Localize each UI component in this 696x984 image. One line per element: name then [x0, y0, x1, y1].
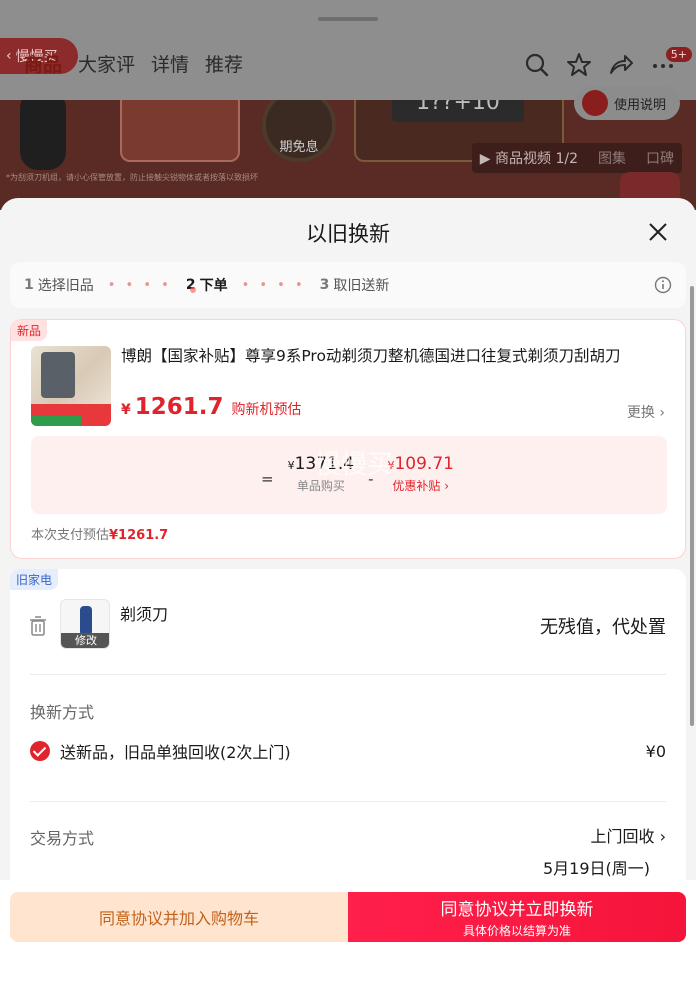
new-product-card: 新品 博朗【国家补贴】尊享9系Pro动剃须刀整机德国进口往复式剃须刀刮胡刀 ¥ …: [10, 319, 686, 559]
payment-estimate-value: ¥1261.7: [109, 528, 169, 543]
trade-in-sheet: 以旧换新 1 选择旧品 • • • • 2 下单 • • • • 3 取旧送新 …: [0, 198, 696, 984]
tab-product[interactable]: 商品: [24, 50, 62, 77]
exchange-option-amount: ¥0: [645, 741, 666, 761]
drag-handle[interactable]: [318, 17, 378, 21]
tab-details[interactable]: 详情: [151, 50, 189, 77]
document-icon: [581, 90, 608, 116]
new-price-value: 1261.7: [134, 394, 224, 420]
trash-icon[interactable]: [28, 615, 48, 637]
notification-badge: 5+: [665, 47, 692, 62]
pickup-date[interactable]: 5月19日(周一): [543, 855, 650, 879]
action-footer: 同意协议并加入购物车 同意协议并立即换新 具体价格以结算为准: [0, 880, 696, 984]
step-3: 3 取旧送新: [320, 275, 390, 295]
free-interest-label: 期免息: [279, 140, 319, 155]
banner-fine-print: *为刮须刀机组，请小心保管放置，防止接触尖锐物体或者按落以致损坏: [6, 173, 258, 182]
unit-price-value: 1371.4: [294, 454, 355, 474]
shaver-thumbnail: [80, 606, 92, 636]
usage-guide-button[interactable]: 使用说明: [573, 86, 680, 120]
old-item-value: 无残值，代处置: [540, 617, 666, 638]
add-to-cart-button[interactable]: 同意协议并加入购物车: [10, 892, 348, 942]
subsidy-value: 109.71: [394, 454, 454, 474]
shaver-box: [41, 352, 75, 398]
tab-recommend[interactable]: 推荐: [205, 50, 243, 77]
old-appliance-card: 旧家电 修改 剃须刀 无残值，代处置 换新方式 送新品，旧品单独回收(2次上门)…: [10, 569, 686, 899]
tab-reviews[interactable]: 大家评: [78, 50, 135, 77]
trade-in-note: 具体价格以结算为准: [462, 924, 571, 938]
subsidy-label[interactable]: 优惠补贴 ›: [387, 477, 453, 494]
media-switcher: ▶ 商品视频 1/2 图集 口碑: [471, 143, 682, 173]
currency-symbol: ¥: [121, 402, 131, 418]
trade-method-value[interactable]: 上门回收 ›: [591, 823, 667, 847]
edit-old-item-button[interactable]: 修改: [61, 633, 109, 648]
star-icon[interactable]: [566, 52, 592, 78]
trade-method-label: 交易方式: [30, 829, 95, 848]
close-icon[interactable]: [646, 220, 670, 244]
new-item-tag: 新品: [11, 320, 48, 341]
price-formula: = ¥1371.4 单品购买 - ¥109.71 优惠补贴 ›: [261, 454, 454, 494]
step-2: 2 下单: [186, 275, 228, 295]
payment-estimate-label: 本次支付预估: [31, 528, 110, 543]
price-breakdown: = ¥1371.4 单品购买 - ¥109.71 优惠补贴 › 慢慢买: [31, 436, 667, 514]
step-label: 选择旧品: [37, 278, 94, 294]
currency-symbol: ¥: [287, 459, 295, 472]
change-product-link[interactable]: 更换 ›: [627, 402, 665, 422]
exchange-option-label: 送新品，旧品单独回收(2次上门): [60, 743, 291, 762]
exchange-option[interactable]: 送新品，旧品单独回收(2次上门) ¥0: [30, 739, 666, 763]
progress-steps: 1 选择旧品 • • • • 2 下单 • • • • 3 取旧送新: [10, 262, 686, 308]
new-price: ¥ 1261.7 购新机预估: [121, 394, 302, 420]
payment-estimate: 本次支付预估¥1261.7: [31, 524, 168, 543]
checkmark-icon[interactable]: [30, 741, 50, 761]
step-separator: • • • •: [107, 277, 172, 293]
unit-price: ¥1371.4: [288, 454, 354, 474]
scrollbar[interactable]: [690, 286, 694, 726]
new-product-image[interactable]: [31, 346, 111, 426]
promo-strip-green: [31, 416, 81, 426]
share-icon[interactable]: [608, 52, 634, 78]
promo-screen: 1??+10: [392, 100, 524, 122]
old-item-tag: 旧家电: [10, 569, 59, 590]
step-number: 3: [319, 277, 330, 293]
divider: [30, 674, 666, 675]
trade-in-now-button[interactable]: 同意协议并立即换新 具体价格以结算为准: [348, 892, 686, 942]
old-item-name: 剃须刀: [120, 605, 169, 624]
search-icon[interactable]: [524, 52, 550, 78]
media-video-tab[interactable]: ▶ 商品视频 1/2: [480, 148, 578, 168]
minus-sign: -: [368, 470, 374, 488]
old-item-image[interactable]: 修改: [60, 599, 110, 649]
add-to-cart-label: 同意协议并加入购物车: [98, 909, 259, 928]
chevron-left-icon: ‹: [6, 48, 12, 64]
unit-price-block: ¥1371.4 单品购买: [288, 454, 354, 494]
media-gallery-tab[interactable]: 图集: [598, 148, 626, 168]
divider: [30, 801, 666, 802]
media-reputation-tab[interactable]: 口碑: [646, 148, 674, 168]
new-product-title[interactable]: 博朗【国家补贴】尊享9系Pro动剃须刀整机德国进口往复式剃须刀刮胡刀: [121, 344, 661, 366]
exchange-method-label: 换新方式: [30, 703, 95, 722]
shaver-image: [20, 100, 66, 170]
header-actions: [524, 52, 676, 78]
sheet-title: 以旧换新: [306, 222, 390, 246]
subsidy-amount: ¥109.71: [387, 454, 453, 474]
step-separator: • • • •: [241, 277, 306, 293]
step-label: 取旧送新: [333, 278, 390, 294]
step-label: 下单: [199, 278, 228, 294]
subsidy-block[interactable]: ¥109.71 优惠补贴 ›: [387, 454, 453, 494]
step-number: 1: [24, 277, 34, 293]
unit-price-label: 单品购买: [296, 479, 345, 493]
trade-in-now-label: 同意协议并立即换新: [440, 900, 594, 920]
new-price-desc: 购新机预估: [231, 402, 302, 418]
equals-sign: =: [261, 470, 274, 488]
step-1: 1 选择旧品: [24, 275, 94, 295]
step-number: 2: [185, 277, 196, 293]
usage-guide-label: 使用说明: [613, 97, 666, 113]
promo-card: [120, 100, 240, 162]
product-nav-tabs: 商品 大家评 详情 推荐: [24, 50, 243, 77]
info-icon[interactable]: [654, 276, 672, 294]
free-interest-badge: 期免息: [262, 100, 336, 162]
